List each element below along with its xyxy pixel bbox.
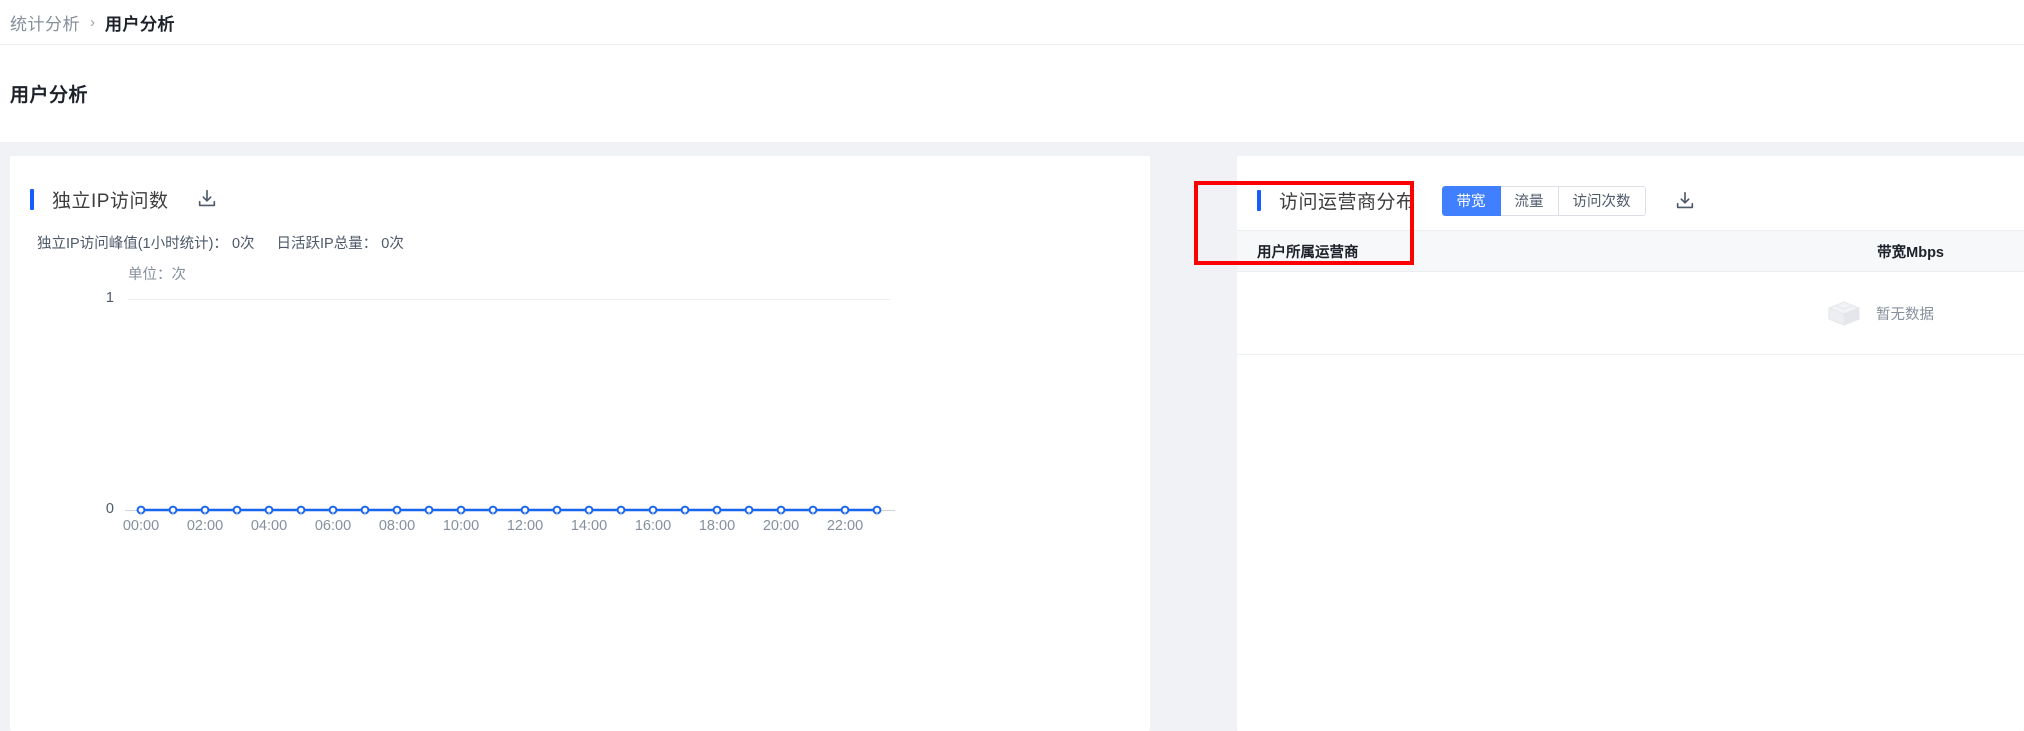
isp-table-empty-state: 暂无数据 [1237, 272, 2024, 355]
x-tick-label: 20:00 [762, 518, 800, 534]
x-tick-label: 18:00 [698, 518, 736, 534]
breadcrumb: 统计分析 › 用户分析 [0, 0, 2024, 45]
metric-tab-group: 带宽 流量 访问次数 [1441, 185, 1646, 216]
chart-plot [136, 505, 882, 516]
tab-1[interactable]: 流量 [1500, 185, 1559, 216]
x-tick-label: 00:00 [122, 518, 160, 534]
ip-visits-stats: 独立IP访问峰值(1小时统计)： 0次 日活跃IP总量： 0次 [10, 232, 1150, 253]
x-tick-label: 16:00 [634, 518, 672, 534]
column-header-bandwidth: 带宽Mbps [1877, 244, 1944, 261]
accent-bar [30, 188, 34, 210]
isp-distribution-title: 访问运营商分布 [1279, 192, 1416, 213]
ip-visits-header: 独立IP访问数 [10, 156, 1150, 218]
isp-distribution-header: 访问运营商分布 带宽 流量 访问次数 [1237, 156, 2024, 220]
ip-visits-card: 独立IP访问数 独立IP访问峰值(1小时统计)： 0次 日活跃IP总量： 0次 单… [10, 156, 1150, 731]
ip-visits-chart: 1 0 00:00 02:00 04:00 06:00 08:00 10:00 12:00 1… [10, 290, 1110, 580]
x-tick-label: 06:00 [314, 518, 352, 534]
isp-distribution-card: 访问运营商分布 带宽 流量 访问次数 用户所属运营商 带宽Mbps 暂无数据 [1237, 156, 2024, 731]
isp-table: 用户所属运营商 带宽Mbps 暂无数据 [1237, 230, 2024, 355]
ip-visits-title: 独立IP访问数 [52, 190, 169, 212]
peak-label: 独立IP访问峰值(1小时统计)： [37, 236, 228, 252]
page-title-bar: 用户分析 [0, 45, 2024, 142]
peak-value: 0次 [231, 236, 255, 252]
total-label: 日活跃IP总量： [276, 236, 378, 252]
cards-row: 独立IP访问数 独立IP访问峰值(1小时统计)： 0次 日活跃IP总量： 0次 单… [0, 156, 2024, 731]
download-icon[interactable] [196, 188, 218, 210]
column-header-isp: 用户所属运营商 [1257, 244, 1359, 261]
isp-table-header: 用户所属运营商 带宽Mbps [1237, 230, 2024, 272]
empty-state-inner: 暂无数据 [1826, 298, 1934, 328]
empty-state-text: 暂无数据 [1876, 306, 1934, 323]
x-tick-label: 14:00 [570, 518, 608, 534]
x-tick-label: 08:00 [378, 518, 416, 534]
empty-box-icon [1827, 301, 1861, 326]
x-tick-label: 10:00 [442, 518, 480, 534]
x-tick-label: 02:00 [186, 518, 224, 534]
tab-2[interactable]: 访问次数 [1558, 185, 1646, 216]
x-tick-label: 04:00 [250, 518, 288, 534]
page-title: 用户分析 [10, 85, 89, 106]
x-tick-label: 12:00 [506, 518, 544, 534]
chart-x-tick-labels: 00:00 02:00 04:00 06:00 08:00 10:00 12:00 14:00… [10, 518, 1110, 542]
breadcrumb-separator-icon: › [90, 13, 95, 31]
breadcrumb-current: 用户分析 [105, 14, 175, 34]
tab-0[interactable]: 带宽 [1441, 185, 1501, 216]
total-value: 0次 [381, 236, 404, 252]
accent-bar [1257, 190, 1261, 211]
breadcrumb-parent[interactable]: 统计分析 [10, 10, 80, 35]
chart-unit-label: 单位：次 [128, 267, 186, 283]
content-area: 独立IP访问数 独立IP访问峰值(1小时统计)： 0次 日活跃IP总量： 0次 单… [0, 142, 2024, 731]
download-icon[interactable] [1674, 190, 1696, 212]
x-tick-label: 22:00 [826, 518, 864, 534]
